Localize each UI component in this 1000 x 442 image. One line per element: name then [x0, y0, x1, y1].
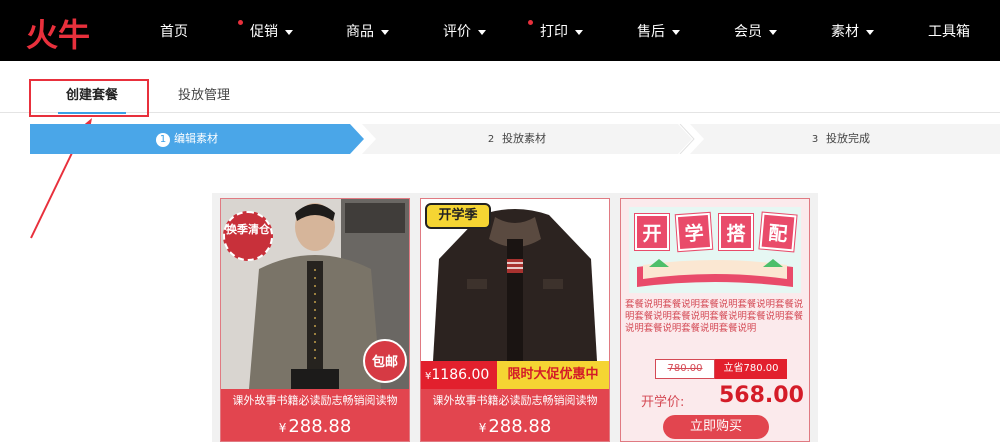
nav-reviews[interactable]: 评价: [443, 22, 486, 42]
school-season-badge: 开学季: [425, 203, 491, 229]
nav-home[interactable]: 首页: [160, 22, 188, 42]
new-dot-icon: [528, 20, 533, 25]
final-price-label: 开学价:: [641, 395, 685, 410]
nav-print-label: 打印: [540, 24, 568, 40]
promo-title: 开 学 搭 配: [635, 212, 797, 252]
currency-symbol: ¥: [478, 421, 487, 435]
chevron-down-icon: [769, 29, 777, 35]
chevron-down-icon: [381, 29, 389, 35]
promo-price-strip: ¥1186.00: [421, 361, 501, 389]
step-number: 1: [156, 133, 170, 147]
tab-bar: 创建套餐 投放管理: [0, 77, 1000, 114]
product-title: 课外故事书籍必读励志畅销阅读物: [421, 389, 609, 413]
promo-title-char: 开: [635, 214, 669, 250]
clearance-badge: 换季清仓: [223, 211, 273, 261]
nav-reviews-label: 评价: [443, 24, 471, 40]
chevron-down-icon: [672, 29, 680, 35]
buy-now-button[interactable]: 立即购买: [663, 415, 769, 439]
promo-title-char: 学: [675, 212, 713, 252]
step-edit-material[interactable]: 1 编辑素材: [156, 124, 218, 154]
product-price: ¥288.88: [421, 413, 609, 441]
nav-members[interactable]: 会员: [734, 22, 777, 42]
step-placement-complete[interactable]: 3 投放完成: [808, 124, 870, 154]
nav-print[interactable]: 打印: [528, 20, 583, 42]
new-dot-icon: [238, 20, 243, 25]
nav-home-label: 首页: [160, 24, 188, 40]
nav-products-label: 商品: [346, 24, 374, 40]
product-card[interactable]: 换季清仓 包邮 课外故事书籍必读励志畅销阅读物 ¥288.88: [220, 198, 410, 442]
chevron-down-icon: [285, 29, 293, 35]
tab-placement-management[interactable]: 投放管理: [178, 77, 230, 113]
nav-promotion-label: 促销: [250, 24, 278, 40]
nav-members-label: 会员: [734, 24, 762, 40]
nav-materials[interactable]: 素材: [831, 22, 874, 42]
price-value: 288.88: [288, 416, 352, 437]
brand-logo[interactable]: 火牛: [26, 10, 90, 56]
nav-toolbox[interactable]: 工具箱: [928, 22, 970, 42]
nav-aftersales-label: 售后: [637, 24, 665, 40]
nav-materials-label: 素材: [831, 24, 859, 40]
nav-toolbox-label: 工具箱: [928, 24, 970, 40]
package-preview: 换季清仓 包邮 课外故事书籍必读励志畅销阅读物 ¥288.88 开学季 ¥118…: [212, 193, 818, 442]
step-number: 3: [811, 134, 819, 145]
nav-aftersales[interactable]: 售后: [637, 22, 680, 42]
step-label: 投放素材: [502, 132, 546, 145]
chevron-down-icon: [575, 29, 583, 35]
step-label: 投放完成: [826, 132, 870, 145]
product-title: 课外故事书籍必读励志畅销阅读物: [221, 389, 409, 413]
promo-title-char: 配: [759, 212, 797, 252]
nav-promotion[interactable]: 促销: [238, 20, 293, 42]
step-label: 编辑素材: [174, 132, 218, 145]
package-summary-card[interactable]: 开 学 搭 配 套餐说明套餐说明套餐说明套餐说明套餐说明套餐说明套餐说明套餐说明…: [620, 198, 810, 442]
chevron-down-icon: [866, 29, 874, 35]
nav-products[interactable]: 商品: [346, 22, 389, 42]
step-place-material[interactable]: 2 投放素材: [484, 124, 546, 154]
currency-symbol: ¥: [278, 421, 287, 435]
step-number: 2: [487, 134, 495, 145]
annotation-highlight-box: [29, 79, 149, 117]
promo-text-strip: 限时大促优惠中: [497, 361, 609, 389]
original-price: 780.00: [655, 359, 715, 379]
package-description: 套餐说明套餐说明套餐说明套餐说明套餐说明套餐说明套餐说明套餐说明套餐说明套餐说明…: [625, 299, 804, 334]
promo-title-char: 搭: [719, 214, 753, 250]
top-navbar: 火牛 首页 促销 商品 评价 打印 售后 会员 素材 工具箱: [0, 0, 1000, 61]
step-progress: 1 编辑素材 2 投放素材 3 投放完成: [30, 124, 1000, 154]
product-card[interactable]: 开学季 ¥1186.00 限时大促优惠中 课外故事书籍必读励志畅销阅读物 ¥28…: [420, 198, 610, 442]
savings-badge: 立省780.00: [715, 359, 787, 379]
final-price: 568.00: [719, 383, 804, 408]
free-shipping-badge: 包邮: [363, 339, 407, 383]
chevron-down-icon: [478, 29, 486, 35]
strip-price-value: 1186.00: [431, 367, 490, 383]
price-value: 288.88: [488, 416, 552, 437]
product-price: ¥288.88: [221, 413, 409, 441]
